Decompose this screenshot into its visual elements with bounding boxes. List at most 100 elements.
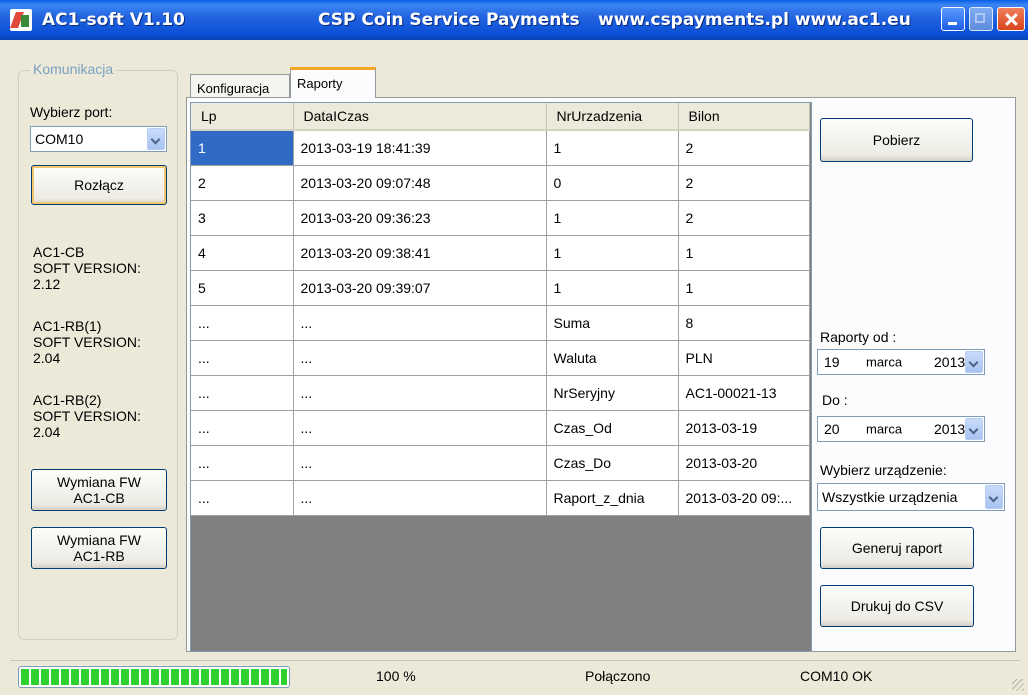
table-cell[interactable]: 2013-03-20 09:...	[678, 480, 810, 516]
table-cell[interactable]: 2013-03-20	[678, 445, 810, 481]
table-cell[interactable]: 2013-03-20 09:38:41	[293, 235, 547, 271]
table-cell[interactable]: ...	[293, 445, 547, 481]
table-cell[interactable]: 1	[678, 270, 810, 306]
to-date-year: 2013	[934, 421, 966, 437]
table-cell[interactable]: ...	[191, 340, 294, 376]
tab-konfiguracja[interactable]: Konfiguracja	[190, 74, 290, 98]
export-csv-button[interactable]: Drukuj do CSV	[820, 585, 974, 627]
generate-report-button[interactable]: Generuj raport	[820, 527, 974, 569]
table-row[interactable]: ... ... Raport_z_dnia 2013-03-20 09:...	[191, 480, 810, 516]
table-cell[interactable]: 2013-03-20 09:36:23	[293, 200, 547, 236]
table-cell[interactable]: 2013-03-20 09:07:48	[293, 165, 547, 201]
table-row[interactable]: 4 2013-03-20 09:38:41 1 1	[191, 235, 810, 271]
table-cell[interactable]: Czas_Do	[546, 445, 679, 481]
fw-update-cb-label-1: Wymiana FW	[57, 474, 141, 490]
fw-update-cb-button[interactable]: Wymiana FW AC1-CB	[31, 469, 167, 511]
table-row[interactable]: 3 2013-03-20 09:36:23 1 2	[191, 200, 810, 236]
window-urls: www.cspayments.pl www.ac1.eu	[598, 10, 911, 30]
resize-grip-icon[interactable]	[1012, 679, 1024, 691]
table-cell[interactable]: ...	[293, 375, 547, 411]
table-cell[interactable]: Czas_Od	[546, 410, 679, 446]
table-row[interactable]: ... ... Waluta PLN	[191, 340, 810, 376]
minimize-button[interactable]	[941, 7, 965, 31]
table-row[interactable]: ... ... Czas_Od 2013-03-19	[191, 410, 810, 446]
column-header-device-number[interactable]: NrUrzadzenia	[546, 103, 679, 131]
device-version: 2.04	[33, 350, 61, 366]
table-cell[interactable]: 1	[191, 130, 294, 166]
port-label: Wybierz port:	[30, 104, 113, 120]
device-version-label: SOFT VERSION:	[33, 408, 141, 424]
table-cell[interactable]: 2013-03-19 18:41:39	[293, 130, 547, 166]
port-status: COM10 OK	[800, 668, 873, 684]
table-cell[interactable]: ...	[191, 480, 294, 516]
fw-update-rb-button[interactable]: Wymiana FW AC1-RB	[31, 527, 167, 569]
maximize-button[interactable]	[969, 7, 993, 31]
table-row[interactable]: ... ... Czas_Do 2013-03-20	[191, 445, 810, 481]
column-header-datetime[interactable]: DataICzas	[293, 103, 547, 131]
disconnect-button[interactable]: Rozłącz	[31, 165, 167, 205]
fetch-button[interactable]: Pobierz	[820, 118, 973, 162]
table-row[interactable]: ... ... NrSeryjny AC1-00021-13	[191, 375, 810, 411]
tab-raporty[interactable]: Raporty	[290, 67, 376, 98]
table-cell[interactable]: 1	[546, 130, 679, 166]
table-cell[interactable]: 1	[546, 200, 679, 236]
table-row[interactable]: 5 2013-03-20 09:39:07 1 1	[191, 270, 810, 306]
to-date-picker[interactable]: 20 marca 2013	[817, 416, 985, 442]
app-window: AC1-soft V1.10 CSP Coin Service Payments…	[0, 0, 1028, 695]
table-cell[interactable]: 3	[191, 200, 294, 236]
table-row[interactable]: ... ... Suma 8	[191, 305, 810, 341]
table-cell[interactable]: 2013-03-20 09:39:07	[293, 270, 547, 306]
app-logo-icon[interactable]	[10, 9, 32, 31]
table-cell[interactable]: 1	[546, 270, 679, 306]
table-cell[interactable]: 2013-03-19	[678, 410, 810, 446]
progress-bar	[18, 666, 290, 688]
reports-grid[interactable]: Lp DataICzas NrUrzadzenia Bilon 1 2013-0…	[190, 102, 812, 652]
table-cell[interactable]: PLN	[678, 340, 810, 376]
table-row[interactable]: 1 2013-03-19 18:41:39 1 2	[191, 130, 810, 166]
table-cell[interactable]: ...	[293, 480, 547, 516]
table-cell[interactable]: ...	[293, 305, 547, 341]
progress-percent: 100 %	[376, 668, 416, 684]
table-cell[interactable]: ...	[191, 445, 294, 481]
column-header-coins[interactable]: Bilon	[678, 103, 810, 131]
title-bar[interactable]: AC1-soft V1.10 CSP Coin Service Payments…	[0, 0, 1028, 40]
table-cell[interactable]: 2	[191, 165, 294, 201]
table-row[interactable]: 2 2013-03-20 09:07:48 0 2	[191, 165, 810, 201]
chevron-down-icon[interactable]	[985, 485, 1003, 509]
table-cell[interactable]: 0	[546, 165, 679, 201]
device-version-label: SOFT VERSION:	[33, 334, 141, 350]
window-title: AC1-soft V1.10	[42, 10, 185, 30]
table-cell[interactable]: 4	[191, 235, 294, 271]
device-version: 2.12	[33, 276, 61, 292]
device-select[interactable]: Wszystkie urządzenia	[817, 483, 1005, 511]
device-version-label: SOFT VERSION:	[33, 260, 141, 276]
port-select[interactable]: COM10	[30, 126, 167, 152]
table-cell[interactable]: ...	[293, 410, 547, 446]
table-cell[interactable]: 2	[678, 165, 810, 201]
chevron-down-icon[interactable]	[965, 418, 983, 440]
table-cell[interactable]: 5	[191, 270, 294, 306]
from-date-picker[interactable]: 19 marca 2013	[817, 349, 985, 375]
table-cell[interactable]: ...	[293, 340, 547, 376]
column-header-lp[interactable]: Lp	[191, 103, 294, 131]
close-button[interactable]	[997, 7, 1025, 31]
table-cell[interactable]: 2	[678, 200, 810, 236]
table-cell[interactable]: 8	[678, 305, 810, 341]
to-date-month: marca	[866, 421, 903, 437]
chevron-down-icon[interactable]	[147, 128, 165, 150]
table-cell[interactable]: ...	[191, 410, 294, 446]
chevron-down-icon[interactable]	[965, 351, 983, 373]
table-cell[interactable]: 1	[678, 235, 810, 271]
from-date-year: 2013	[934, 354, 966, 370]
table-cell[interactable]: Waluta	[546, 340, 679, 376]
table-cell[interactable]: ...	[191, 375, 294, 411]
table-cell[interactable]: 2	[678, 130, 810, 166]
table-cell[interactable]: ...	[191, 305, 294, 341]
table-cell[interactable]: Raport_z_dnia	[546, 480, 679, 516]
communication-group-title: Komunikacja	[30, 61, 117, 77]
table-cell[interactable]: NrSeryjny	[546, 375, 679, 411]
grid-header-row: Lp DataICzas NrUrzadzenia Bilon	[191, 103, 810, 131]
table-cell[interactable]: AC1-00021-13	[678, 375, 810, 411]
table-cell[interactable]: 1	[546, 235, 679, 271]
table-cell[interactable]: Suma	[546, 305, 679, 341]
